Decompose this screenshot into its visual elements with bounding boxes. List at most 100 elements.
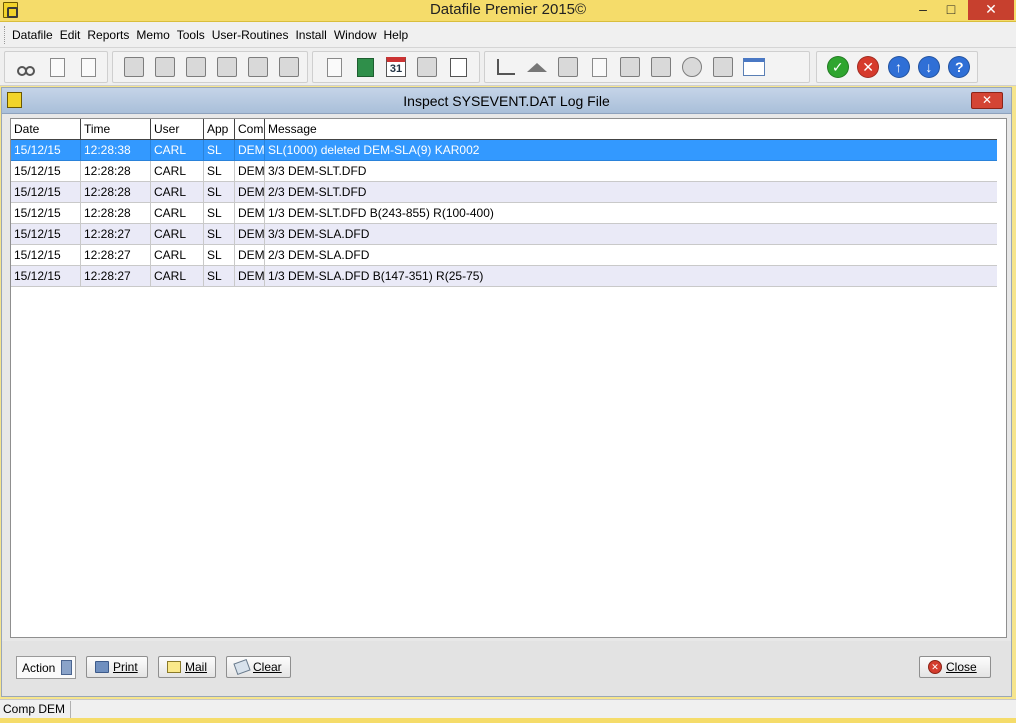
menu-datafile[interactable]: Datafile	[12, 28, 53, 42]
menu-items: Datafile Edit Reports Memo Tools User-Ro…	[12, 28, 415, 42]
open-box-button[interactable]	[214, 54, 240, 80]
calculator-button[interactable]	[352, 54, 378, 80]
table-row[interactable]: 15/12/15 12:28:28 CARL SL DEM 1/3 DEM-SL…	[11, 203, 997, 224]
column-header-date[interactable]: Date	[11, 119, 81, 139]
mail-send-button[interactable]	[555, 54, 581, 80]
maximize-button[interactable]: □	[938, 0, 964, 20]
cell-date: 15/12/15	[11, 140, 81, 160]
find-record-button[interactable]	[121, 54, 147, 80]
new-file-button[interactable]	[321, 54, 347, 80]
close-window-button[interactable]: ✕	[968, 0, 1014, 20]
help-icon: ?	[948, 56, 971, 78]
document-info-button[interactable]	[75, 54, 101, 80]
table-row[interactable]: 15/12/15 12:28:27 CARL SL DEM 1/3 DEM-SL…	[11, 266, 997, 287]
down-icon: ↓	[917, 56, 940, 78]
toolbar-group-edit	[4, 51, 108, 83]
cell-date: 15/12/15	[11, 203, 81, 223]
cancel-button[interactable]: ✕	[855, 54, 880, 80]
cell-time: 12:28:27	[81, 245, 151, 265]
ok-button[interactable]: ✓	[825, 54, 850, 80]
print-label: Print	[113, 660, 138, 674]
cell-app: SL	[204, 245, 235, 265]
menu-install[interactable]: Install	[295, 28, 326, 42]
calendar-icon: 31	[386, 57, 406, 77]
chart-button[interactable]	[493, 54, 519, 80]
menu-tools[interactable]: Tools	[177, 28, 205, 42]
toolbar-group-records	[112, 51, 308, 83]
network-icon	[682, 57, 702, 77]
column-header-message[interactable]: Message	[265, 119, 997, 139]
screen-add-icon	[651, 57, 671, 77]
cell-com: DEM	[235, 245, 265, 265]
word-export-icon	[591, 57, 607, 77]
find-record-icon	[124, 57, 144, 77]
action-bar: Action Print Mail Clear ✕ Close	[2, 641, 1011, 696]
menu-reports[interactable]: Reports	[87, 28, 129, 42]
clear-button[interactable]: Clear	[226, 656, 291, 678]
cell-message: 1/3 DEM-SLA.DFD B(147-351) R(25-75)	[268, 269, 484, 283]
column-header-user[interactable]: User	[151, 119, 204, 139]
column-header-app[interactable]: App	[204, 119, 235, 139]
menu-user-routines[interactable]: User-Routines	[212, 28, 289, 42]
inspect-log-dialog: Inspect SYSEVENT.DAT Log File ✕ Date Tim…	[1, 87, 1012, 697]
mail-label: Mail	[184, 660, 207, 674]
chart-icon	[497, 59, 515, 75]
cell-user: CARL	[151, 182, 204, 202]
cell-com: DEM	[235, 203, 265, 223]
table-row[interactable]: 15/12/15 12:28:28 CARL SL DEM 3/3 DEM-SL…	[11, 161, 997, 182]
action-menu[interactable]: Action	[16, 656, 76, 679]
help-button[interactable]: ?	[947, 54, 972, 80]
toolbar: 31 ✓ ✕ ↑ ↓ ?	[0, 48, 1016, 86]
network-button[interactable]	[679, 54, 705, 80]
mail-button[interactable]: Mail	[158, 656, 216, 678]
menu-edit[interactable]: Edit	[60, 28, 81, 42]
menu-window[interactable]: Window	[334, 28, 377, 42]
delete-record-button[interactable]	[183, 54, 209, 80]
cell-date: 15/12/15	[11, 266, 81, 286]
action-label: Action	[22, 660, 56, 675]
cell-app: SL	[204, 266, 235, 286]
up-button[interactable]: ↑	[886, 54, 911, 80]
checklist-icon	[449, 57, 467, 77]
cell-app: SL	[204, 182, 235, 202]
close-button[interactable]: ✕ Close	[919, 656, 991, 678]
dialog-title-bar: Inspect SYSEVENT.DAT Log File ✕	[2, 88, 1011, 114]
cell-message: 3/3 DEM-SLA.DFD	[268, 227, 370, 241]
menu-help[interactable]: Help	[384, 28, 409, 42]
table-row[interactable]: 15/12/15 12:28:28 CARL SL DEM 2/3 DEM-SL…	[11, 182, 997, 203]
print-button[interactable]: Print	[86, 656, 148, 678]
table-row[interactable]: 15/12/15 12:28:38 CARL SL DEM SL(1000) d…	[11, 140, 997, 161]
printer-button[interactable]	[710, 54, 736, 80]
table-row[interactable]: 15/12/15 12:28:27 CARL SL DEM 3/3 DEM-SL…	[11, 224, 997, 245]
menu-memo[interactable]: Memo	[136, 28, 169, 42]
log-grid[interactable]: Date Time User App Com Message 15/12/15 …	[10, 118, 1007, 638]
window-export-button[interactable]	[741, 54, 767, 80]
search-file-button[interactable]	[414, 54, 440, 80]
eraser-icon	[279, 57, 299, 77]
down-button[interactable]: ↓	[916, 54, 941, 80]
cell-date: 15/12/15	[11, 161, 81, 181]
eraser-icon	[233, 658, 251, 676]
dialog-close-button[interactable]: ✕	[971, 92, 1003, 109]
toolbar-group-nav: ✓ ✕ ↑ ↓ ?	[816, 51, 978, 83]
calendar-button[interactable]: 31	[383, 54, 409, 80]
screen-add-button[interactable]	[648, 54, 674, 80]
minimize-button[interactable]: –	[910, 0, 936, 20]
picture-button[interactable]	[617, 54, 643, 80]
cell-com: DEM	[235, 182, 265, 202]
column-header-time[interactable]: Time	[81, 119, 151, 139]
checklist-button[interactable]	[445, 54, 471, 80]
table-row[interactable]: 15/12/15 12:28:27 CARL SL DEM 2/3 DEM-SL…	[11, 245, 997, 266]
menu-grip[interactable]	[4, 26, 7, 44]
add-record-button[interactable]	[152, 54, 178, 80]
word-export-button[interactable]	[586, 54, 612, 80]
eraser-button[interactable]	[276, 54, 302, 80]
record-info-button[interactable]	[245, 54, 271, 80]
new-document-button[interactable]	[44, 54, 70, 80]
calculator-icon	[356, 57, 374, 77]
column-header-com[interactable]: Com	[235, 119, 265, 139]
home-button[interactable]	[524, 54, 550, 80]
cut-button[interactable]	[13, 54, 39, 80]
envelope-icon	[167, 661, 181, 673]
toolbar-group-output	[484, 51, 810, 83]
